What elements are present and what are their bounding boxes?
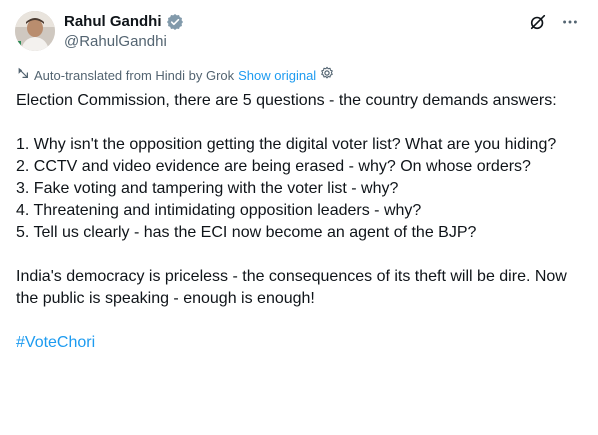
post-body: Election Commission, there are 5 questio… xyxy=(16,90,582,354)
question-1: 1. Why isn't the opposition getting the … xyxy=(16,136,557,153)
more-options-icon[interactable] xyxy=(560,12,580,32)
author-display-name[interactable]: Rahul Gandhi xyxy=(64,12,162,32)
hashtag-link[interactable]: #VoteChori xyxy=(16,334,95,351)
post-intro: Election Commission, there are 5 questio… xyxy=(16,92,557,109)
question-4: 4. Threatening and intimidating oppositi… xyxy=(16,202,422,219)
translation-notice: Auto-translated from Hindi by Grok Show … xyxy=(16,66,334,85)
author-handle[interactable]: @RahulGandhi xyxy=(64,32,167,52)
question-5: 5. Tell us clearly - has the ECI now bec… xyxy=(16,224,477,241)
avatar[interactable] xyxy=(15,11,55,51)
translation-note: Auto-translated from Hindi by Grok xyxy=(34,67,235,83)
question-3: 3. Fake voting and tampering with the vo… xyxy=(16,180,399,197)
post-actions xyxy=(528,12,580,32)
question-2: 2. CCTV and video evidence are being era… xyxy=(16,158,531,175)
show-original-link[interactable]: Show original xyxy=(238,67,316,85)
post-closing: India's democracy is priceless - the con… xyxy=(16,268,567,307)
verified-badge-icon xyxy=(166,13,184,31)
author-name-row: Rahul Gandhi xyxy=(64,12,184,32)
tweet-card: Rahul Gandhi @RahulGandhi Auto-translate… xyxy=(0,0,598,435)
translate-icon xyxy=(16,66,30,85)
grok-icon[interactable] xyxy=(528,12,548,32)
gear-icon[interactable] xyxy=(320,66,334,85)
